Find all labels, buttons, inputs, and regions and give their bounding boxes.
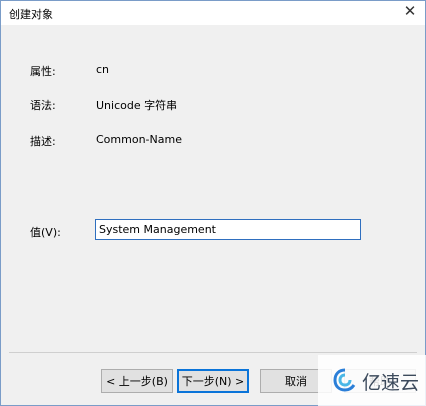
attribute-label: 属性: <box>30 65 56 78</box>
syntax-label: 语法: <box>30 99 56 112</box>
watermark-text: 亿速云 <box>362 372 420 394</box>
next-button[interactable]: 下一步(N) > <box>177 369 249 393</box>
back-button[interactable]: < 上一步(B) <box>101 369 173 393</box>
value-input[interactable] <box>95 219 361 240</box>
attribute-value: cn <box>96 63 110 76</box>
create-object-dialog: 创建对象 ✕ 属性: cn 语法: Unicode 字符串 描述: Common… <box>0 0 426 406</box>
description-label: 描述: <box>30 135 56 148</box>
title-bar: 创建对象 ✕ <box>1 1 425 25</box>
yisu-cloud-logo <box>333 368 356 392</box>
watermark: 亿速云 <box>318 355 426 406</box>
syntax-value: Unicode 字符串 <box>96 99 178 112</box>
dialog-body: 属性: cn 语法: Unicode 字符串 描述: Common-Name 值… <box>1 25 425 405</box>
close-icon[interactable]: ✕ <box>403 4 417 19</box>
value-label: 值(V): <box>30 226 61 239</box>
divider <box>9 352 417 353</box>
description-value: Common-Name <box>96 133 182 146</box>
window-title: 创建对象 <box>9 8 53 21</box>
